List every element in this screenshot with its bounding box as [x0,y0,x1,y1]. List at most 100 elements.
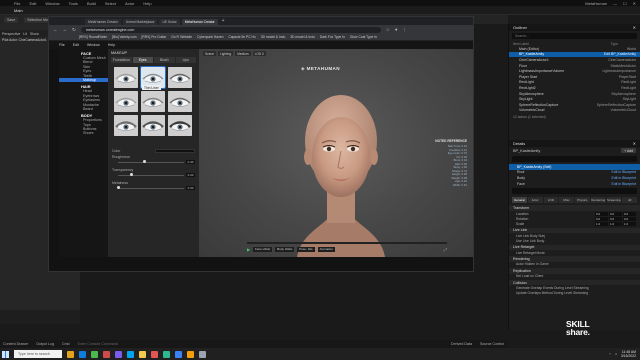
play-icon[interactable]: ▶ [247,247,250,252]
menu-build[interactable]: Build [87,1,96,6]
eye-makeup-preset-tile[interactable] [168,67,192,88]
save-button[interactable]: Save [4,16,19,23]
taskbar-app-icon[interactable] [103,350,110,358]
back-icon[interactable]: ← [53,27,58,32]
reload-icon[interactable]: ↻ [72,27,76,33]
components-search-input[interactable] [512,156,637,162]
mh-menu-window[interactable]: Window [87,43,100,47]
star-icon[interactable]: ☆ [386,27,390,33]
details-tab[interactable]: Streaming [606,197,622,204]
eye-makeup-preset-tile[interactable] [141,115,165,136]
slider-value-field[interactable]: 0.00 [186,186,195,190]
fullscreen-icon[interactable]: ⤢ [444,247,447,252]
taskbar-search-input[interactable]: Type here to search [14,350,62,358]
bookmark-link[interactable]: [Bio] Variety.com [112,35,136,39]
nav-item[interactable]: Beard [59,107,108,111]
forward-icon[interactable]: → [63,27,68,32]
quality-button[interactable]: Medium [235,51,251,56]
taskbar-app-icon[interactable] [127,350,134,358]
add-component-button[interactable]: + Add [621,148,636,153]
body-lod-dropdown[interactable]: Body HIGH [275,246,295,252]
bookmark-link[interactable]: 3D model & Indu [261,35,286,39]
bookmark-link[interactable]: Cyberpunk Haven [197,35,223,39]
edit-in-blueprint-link[interactable]: Edit in Blueprint [611,170,636,174]
taskbar-app-icon[interactable] [199,350,206,358]
menu-icon[interactable]: ⋮ [403,27,408,33]
maximize-icon[interactable]: ☐ [623,1,627,6]
edit-in-blueprint-link[interactable]: Edit in Blueprint [611,176,636,180]
menu-tools[interactable]: Tools [69,1,78,6]
eye-makeup-preset-tile[interactable] [114,115,138,136]
number-field[interactable]: 1.0 [623,221,636,226]
taskbar-app-icon[interactable] [175,350,182,358]
number-field[interactable]: 0.0 [609,211,622,216]
bookmark-link[interactable]: Capsule 5e PC Ho [228,35,255,39]
volume-icon[interactable]: ◖ [615,352,617,356]
eye-makeup-preset-tile[interactable] [168,115,192,136]
tab-main-map[interactable]: Main [14,8,23,13]
slider-value-field[interactable]: 0.20 [186,173,195,177]
slider-track[interactable] [118,160,184,164]
taskbar-app-icon[interactable] [79,350,86,358]
menu-edit[interactable]: Edit [29,1,36,6]
edit-in-blueprint-link[interactable]: Edit in Blueprint [611,182,636,186]
details-tab[interactable]: All [622,197,637,204]
bookmark-link[interactable]: Dark Fox Type fo [320,35,345,39]
taskbar-app-icon[interactable] [187,350,194,358]
console-input[interactable]: Enter Console Command [78,342,168,346]
derived-data-button[interactable]: Derived Data [451,342,472,346]
minimize-icon[interactable]: — [613,1,617,6]
number-field[interactable]: 0.0 [609,216,622,221]
content-drawer-button[interactable]: Content Drawer [3,342,28,346]
timeline-scrub-bar[interactable] [247,242,447,244]
close-icon[interactable]: ✕ [633,1,636,6]
taskbar-app-icon[interactable] [67,350,74,358]
mh-menu-file[interactable]: File [59,43,65,47]
menu-file[interactable]: File [14,1,20,6]
number-field[interactable]: 0.0 [595,211,608,216]
component-row[interactable]: Face Edit in Blueprint [509,181,640,187]
cmd-dropdown[interactable]: Cmd [62,342,70,346]
scene-button[interactable]: Scene [203,51,217,56]
number-field[interactable]: 0.0 [595,216,608,221]
details-search-input[interactable] [512,188,637,195]
face-lod-dropdown[interactable]: Face HIGH [253,246,273,252]
bookmark-link[interactable]: [RRX] RoundRobin [79,35,107,39]
network-icon[interactable]: ◔ [609,352,611,356]
slider[interactable]: 0.40 [118,160,195,164]
details-tab[interactable]: Physics [575,197,590,204]
bookmark-link[interactable]: [RRX] Pro Guitar [141,35,166,39]
output-log-button[interactable]: Output Log [36,342,54,346]
details-tab[interactable]: Misc [559,197,574,204]
eye-makeup-preset-tile[interactable] [168,91,192,112]
source-control-button[interactable]: Source Control [480,342,504,346]
taskbar-app-icon[interactable] [139,350,146,358]
slider-handle[interactable] [116,186,120,190]
new-tab-icon[interactable]: + [222,18,225,24]
taskbar-app-icon[interactable] [91,350,98,358]
taskbar-app-icon[interactable] [115,350,122,358]
number-field[interactable]: 1.0 [609,221,622,226]
slider-track[interactable] [118,173,184,177]
viewport-show-button[interactable]: Show [30,32,39,36]
outliner-search-input[interactable]: Search... [512,33,637,39]
profile-icon[interactable]: ● [395,27,398,32]
lod-button[interactable]: LOD 0 [252,51,266,56]
eye-makeup-preset-tile[interactable] [141,91,165,112]
mh-viewport[interactable]: Scene Lighting Medium LOD 0 ◈ METAHUMAN [199,49,473,257]
pose-dropdown[interactable]: Pose: Idle [297,246,315,252]
close-icon[interactable]: ✕ [633,141,636,146]
menu-window[interactable]: Window [45,1,59,6]
eye-makeup-preset-tile[interactable] [114,67,138,88]
url-input[interactable]: metahuman.unrealengine.com [80,26,381,33]
slider[interactable]: 0.00 [116,186,195,190]
animation-dropdown[interactable]: Animation [317,246,335,252]
details-tab[interactable]: LOD [543,197,559,204]
slider-value-field[interactable]: 0.40 [186,160,195,164]
details-tab[interactable]: Actor [527,197,543,204]
slider-track[interactable] [116,186,184,190]
details-tab[interactable]: General [512,197,527,204]
windows-start-icon[interactable] [2,350,9,358]
viewport-lit-button[interactable]: Lit [23,32,27,36]
menu-select[interactable]: Select [105,1,116,6]
